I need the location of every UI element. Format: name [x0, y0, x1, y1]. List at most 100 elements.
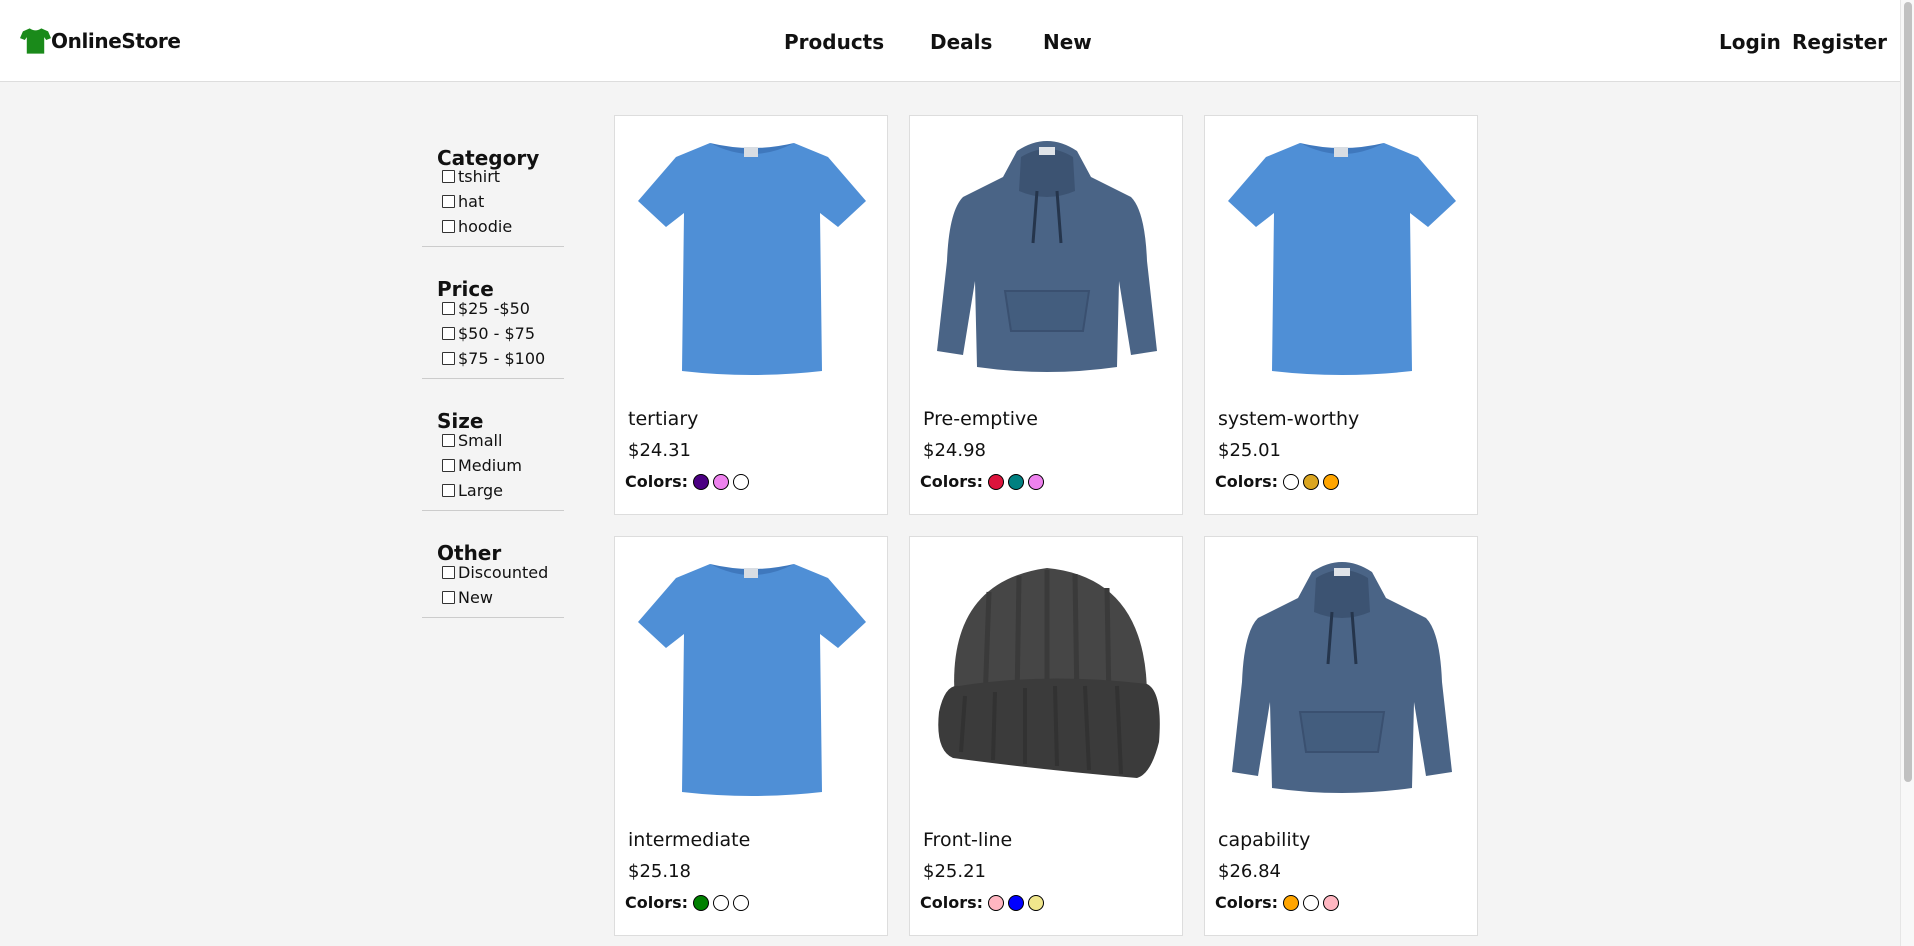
filter-title: Category [437, 146, 540, 170]
product-card[interactable]: system-worthy $25.01 Colors: [1204, 115, 1478, 515]
scrollbar-thumb[interactable] [1904, 2, 1912, 782]
color-swatch[interactable] [733, 473, 750, 490]
product-price: $24.31 [628, 440, 691, 461]
filter-option-price-75-100[interactable]: $75 - $100 [437, 346, 564, 371]
color-swatch[interactable] [713, 894, 730, 911]
filter-option-label: hat [458, 192, 485, 211]
hoodie-product-image [937, 141, 1157, 372]
filter-option-label: Medium [458, 456, 522, 475]
checkbox[interactable] [442, 327, 455, 340]
color-swatch[interactable] [713, 473, 730, 490]
register-link[interactable]: Register [1792, 30, 1887, 54]
product-image[interactable] [925, 131, 1169, 381]
color-swatch[interactable] [1283, 894, 1300, 911]
page-scrollbar[interactable] [1900, 0, 1914, 946]
color-swatch[interactable] [1323, 894, 1340, 911]
tshirt-product-image [1228, 143, 1456, 375]
filter-option-medium[interactable]: Medium [437, 453, 564, 478]
filter-option-large[interactable]: Large [437, 478, 564, 503]
colors-label: Colors: [1215, 472, 1279, 491]
color-swatch[interactable] [693, 473, 710, 490]
color-swatch[interactable] [1008, 473, 1025, 490]
color-swatch[interactable] [988, 473, 1005, 490]
filter-option-label: $25 -$50 [458, 299, 530, 318]
checkbox[interactable] [442, 220, 455, 233]
product-price: $24.98 [923, 440, 986, 461]
filter-option-label: hoodie [458, 217, 513, 236]
color-swatch[interactable] [733, 894, 750, 911]
checkbox[interactable] [442, 170, 455, 183]
filter-option-price-50-75[interactable]: $50 - $75 [437, 321, 564, 346]
filter-option-label: $50 - $75 [458, 324, 536, 343]
color-swatch[interactable] [693, 894, 710, 911]
filter-option-new[interactable]: New [437, 585, 564, 610]
product-image[interactable] [630, 552, 874, 802]
color-swatch[interactable] [1283, 473, 1300, 490]
product-image[interactable] [630, 131, 874, 381]
product-card[interactable]: Pre-emptive $24.98 Colors: [909, 115, 1183, 515]
color-swatch[interactable] [1303, 473, 1320, 490]
nav-new-link[interactable]: New [1043, 30, 1092, 54]
filter-option-label: New [458, 588, 493, 607]
color-swatch[interactable] [1028, 473, 1045, 490]
product-image[interactable] [1220, 552, 1464, 802]
filter-option-label: Large [458, 481, 504, 500]
checkbox[interactable] [442, 591, 455, 604]
color-swatch[interactable] [1303, 894, 1320, 911]
filter-size: Size Small Medium Large [422, 379, 564, 511]
product-card[interactable]: capability $26.84 Colors: [1204, 536, 1478, 936]
color-swatch[interactable] [1008, 894, 1025, 911]
colors-label: Colors: [625, 893, 689, 912]
filter-option-hoodie[interactable]: hoodie [437, 214, 564, 239]
filter-option-label: Discounted [458, 563, 549, 582]
checkbox[interactable] [442, 484, 455, 497]
filter-title: Price [437, 277, 494, 301]
product-price: $25.21 [923, 861, 986, 882]
product-colors: Colors: [920, 472, 1045, 491]
checkbox[interactable] [442, 434, 455, 447]
nav-deals-link[interactable]: Deals [930, 30, 992, 54]
color-swatch[interactable] [988, 894, 1005, 911]
filter-sidebar: Category tshirt hat hoodie Price $25 -$5… [422, 115, 564, 618]
tshirt-icon [20, 28, 51, 54]
product-colors: Colors: [1215, 893, 1340, 912]
product-image[interactable] [925, 552, 1169, 802]
checkbox[interactable] [442, 459, 455, 472]
product-card[interactable]: tertiary $24.31 Colors: [614, 115, 888, 515]
product-name[interactable]: intermediate [628, 829, 750, 851]
beanie-product-image [938, 568, 1160, 778]
product-colors: Colors: [1215, 472, 1340, 491]
product-price: $25.01 [1218, 440, 1281, 461]
product-name[interactable]: Front-line [923, 829, 1012, 851]
product-card[interactable]: Front-line $25.21 Colors: [909, 536, 1183, 936]
nav-products-link[interactable]: Products [784, 30, 884, 54]
login-link[interactable]: Login [1719, 30, 1781, 54]
checkbox[interactable] [442, 302, 455, 315]
color-swatch[interactable] [1028, 894, 1045, 911]
product-card[interactable]: intermediate $25.18 Colors: [614, 536, 888, 936]
product-grid: tertiary $24.31 Colors: Pre-emptive $24.98 C… [614, 115, 1478, 936]
checkbox[interactable] [442, 352, 455, 365]
filter-title: Size [437, 409, 484, 433]
checkbox[interactable] [442, 195, 455, 208]
product-name[interactable]: system-worthy [1218, 408, 1359, 430]
product-name[interactable]: tertiary [628, 408, 698, 430]
product-colors: Colors: [920, 893, 1045, 912]
product-image[interactable] [1220, 131, 1464, 381]
hoodie-product-image [1232, 562, 1452, 793]
tshirt-product-image [638, 143, 866, 375]
filter-option-label: $75 - $100 [458, 349, 546, 368]
colors-label: Colors: [1215, 893, 1279, 912]
product-price: $25.18 [628, 861, 691, 882]
filter-price: Price $25 -$50 $50 - $75 $75 - $100 [422, 247, 564, 379]
color-swatch[interactable] [1323, 473, 1340, 490]
product-name[interactable]: capability [1218, 829, 1310, 851]
product-colors: Colors: [625, 472, 750, 491]
filter-option-hat[interactable]: hat [437, 189, 564, 214]
checkbox[interactable] [442, 566, 455, 579]
tshirt-product-image [638, 564, 866, 796]
top-navbar: OnlineStore Products Deals New Login Reg… [0, 0, 1900, 82]
brand-logo[interactable]: OnlineStore [20, 28, 181, 54]
product-name[interactable]: Pre-emptive [923, 408, 1038, 430]
filter-option-label: tshirt [458, 167, 501, 186]
